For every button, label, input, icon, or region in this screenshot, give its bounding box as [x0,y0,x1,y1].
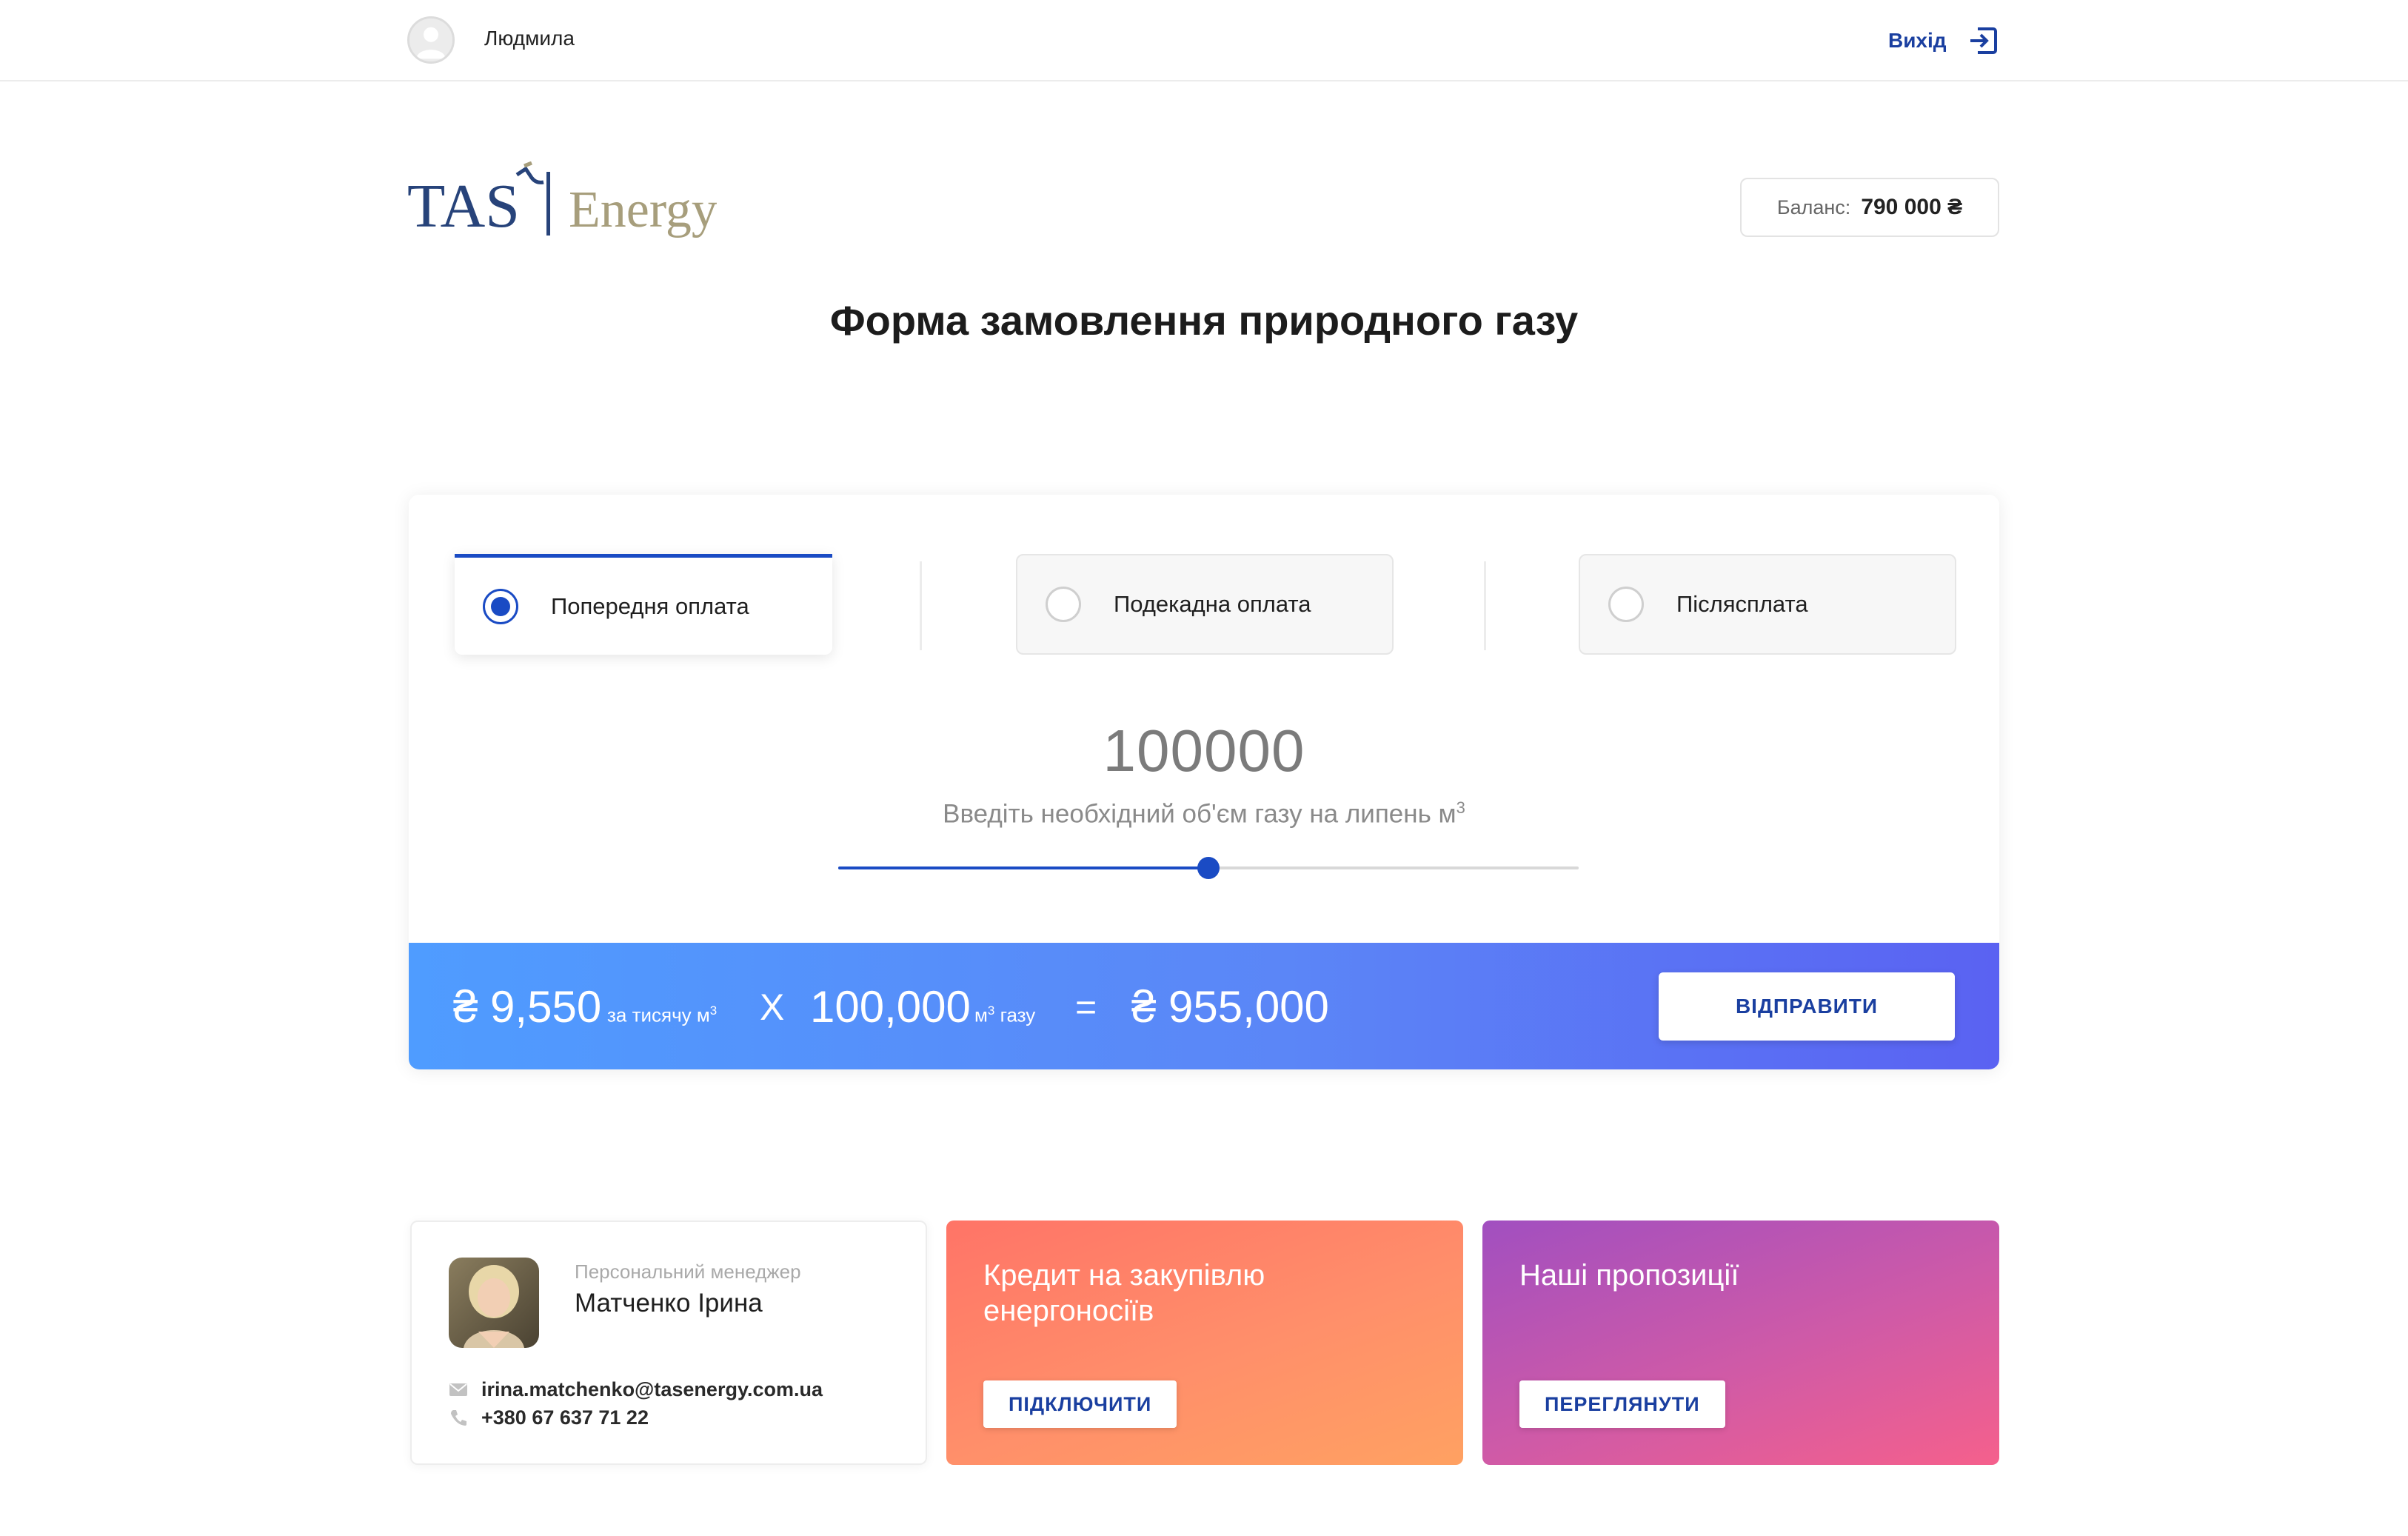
payment-option-decade[interactable]: Подекадна оплата [1016,554,1394,655]
promo-card-offers: Наші пропозиції ПЕРЕГЛЯНУТИ [1482,1221,1999,1465]
logout-label: Вихід [1888,29,1947,52]
view-button-label: ПЕРЕГЛЯНУТИ [1545,1392,1700,1415]
price-unit-sup: 3 [709,1004,718,1018]
top-bar: Людмила Вихід [0,0,2408,81]
page-title: Форма замовлення природного газу [829,297,1579,344]
slider-thumb[interactable] [1197,857,1220,879]
envelope-icon [449,1383,467,1396]
multiply-sign: X [760,986,785,1028]
connect-button[interactable]: ПІДКЛЮЧИТИ [983,1380,1177,1428]
payment-option-prepaid[interactable]: Попередня оплата [455,554,832,655]
submit-button-label: ВІДПРАВИТИ [1735,995,1879,1018]
balance-box: Баланс: 790 000 ₴ [1740,178,1999,237]
equals-sign: = [1075,986,1097,1028]
payment-option-label: Післясплата [1676,591,1808,617]
gas-unit-prefix: м [974,1004,988,1026]
phone-icon [451,1410,466,1426]
logo-product-text: Energy [569,181,717,238]
manager-email[interactable]: irina.matchenko@tasenergy.com.ua [481,1378,823,1401]
manager-photo-image [449,1258,539,1348]
logout-icon [1970,27,1997,54]
tas-energy-logo[interactable]: TAS Energy [406,161,717,243]
radio-selected-dot [491,596,510,616]
view-button[interactable]: ПЕРЕГЛЯНУТИ [1519,1380,1725,1428]
calculation-bar: ₴ 9,550 за тисячу м3 X 100,000 м3 газу =… [409,943,1999,1069]
payment-option-label: Подекадна оплата [1114,591,1311,617]
gas-amount-unit: м3 газу [974,1004,1035,1027]
logo-graphic: TAS Energy [407,161,717,241]
total-price: ₴ 955,000 [1131,982,1329,1032]
price-unit: за тисячу м3 [607,1004,717,1027]
manager-role: Персональний менеджер [575,1260,801,1283]
user-avatar[interactable] [407,16,455,64]
divider [920,561,922,650]
user-avatar-icon [409,19,452,61]
connect-button-label: ПІДКЛЮЧИТИ [1009,1392,1152,1415]
promo-title: Наші пропозиції [1519,1259,1739,1292]
radio-button[interactable] [483,588,518,624]
logo-brand-text: TAS [407,172,520,241]
submit-button[interactable]: ВІДПРАВИТИ [1659,972,1955,1041]
balance-label: Баланс: [1776,196,1851,218]
promo-card-credit: Кредит на закупівлю енергоносіїв ПІДКЛЮЧ… [946,1221,1463,1465]
gas-volume-slider[interactable] [838,857,1579,879]
divider [1484,561,1486,650]
gas-volume-caption-sup: 3 [1456,798,1465,817]
order-form-card: Попередня оплата Подекадна оплата Післяс… [409,495,1999,1069]
radio-button[interactable] [1046,587,1081,622]
manager-phone[interactable]: +380 67 637 71 22 [481,1406,649,1429]
gas-unit-suffix: газу [1000,1004,1036,1026]
manager-phone-row[interactable]: +380 67 637 71 22 [449,1404,649,1431]
gas-volume-value[interactable]: 100000 [409,717,1999,785]
balance-value: 790 000 ₴ [1861,195,1963,219]
logout-button[interactable]: Вихід [1888,21,1999,61]
manager-photo [449,1258,539,1348]
payment-option-postpaid[interactable]: Післясплата [1579,554,1956,655]
promo-title: Кредит на закупівлю енергоносіїв [983,1259,1265,1327]
radio-button[interactable] [1608,587,1644,622]
personal-manager-card: Персональний менеджер Матченко Ірина iri… [410,1221,927,1465]
slider-fill [838,866,1208,869]
payment-option-label: Попередня оплата [551,592,749,619]
manager-name: Матченко Ірина [575,1289,763,1318]
price-per-thousand: ₴ 9,550 [453,982,602,1032]
user-name: Людмила [484,27,575,50]
gas-unit-sup: 3 [987,1004,995,1018]
price-unit-text: за тисячу м [607,1004,710,1026]
manager-email-row[interactable]: irina.matchenko@tasenergy.com.ua [449,1376,823,1403]
gas-volume-caption: Введіть необхідний об'єм газу на липень … [409,798,1999,829]
gas-volume-caption-text: Введіть необхідний об'єм газу на липень … [943,799,1456,829]
gas-amount: 100,000 [810,982,971,1032]
